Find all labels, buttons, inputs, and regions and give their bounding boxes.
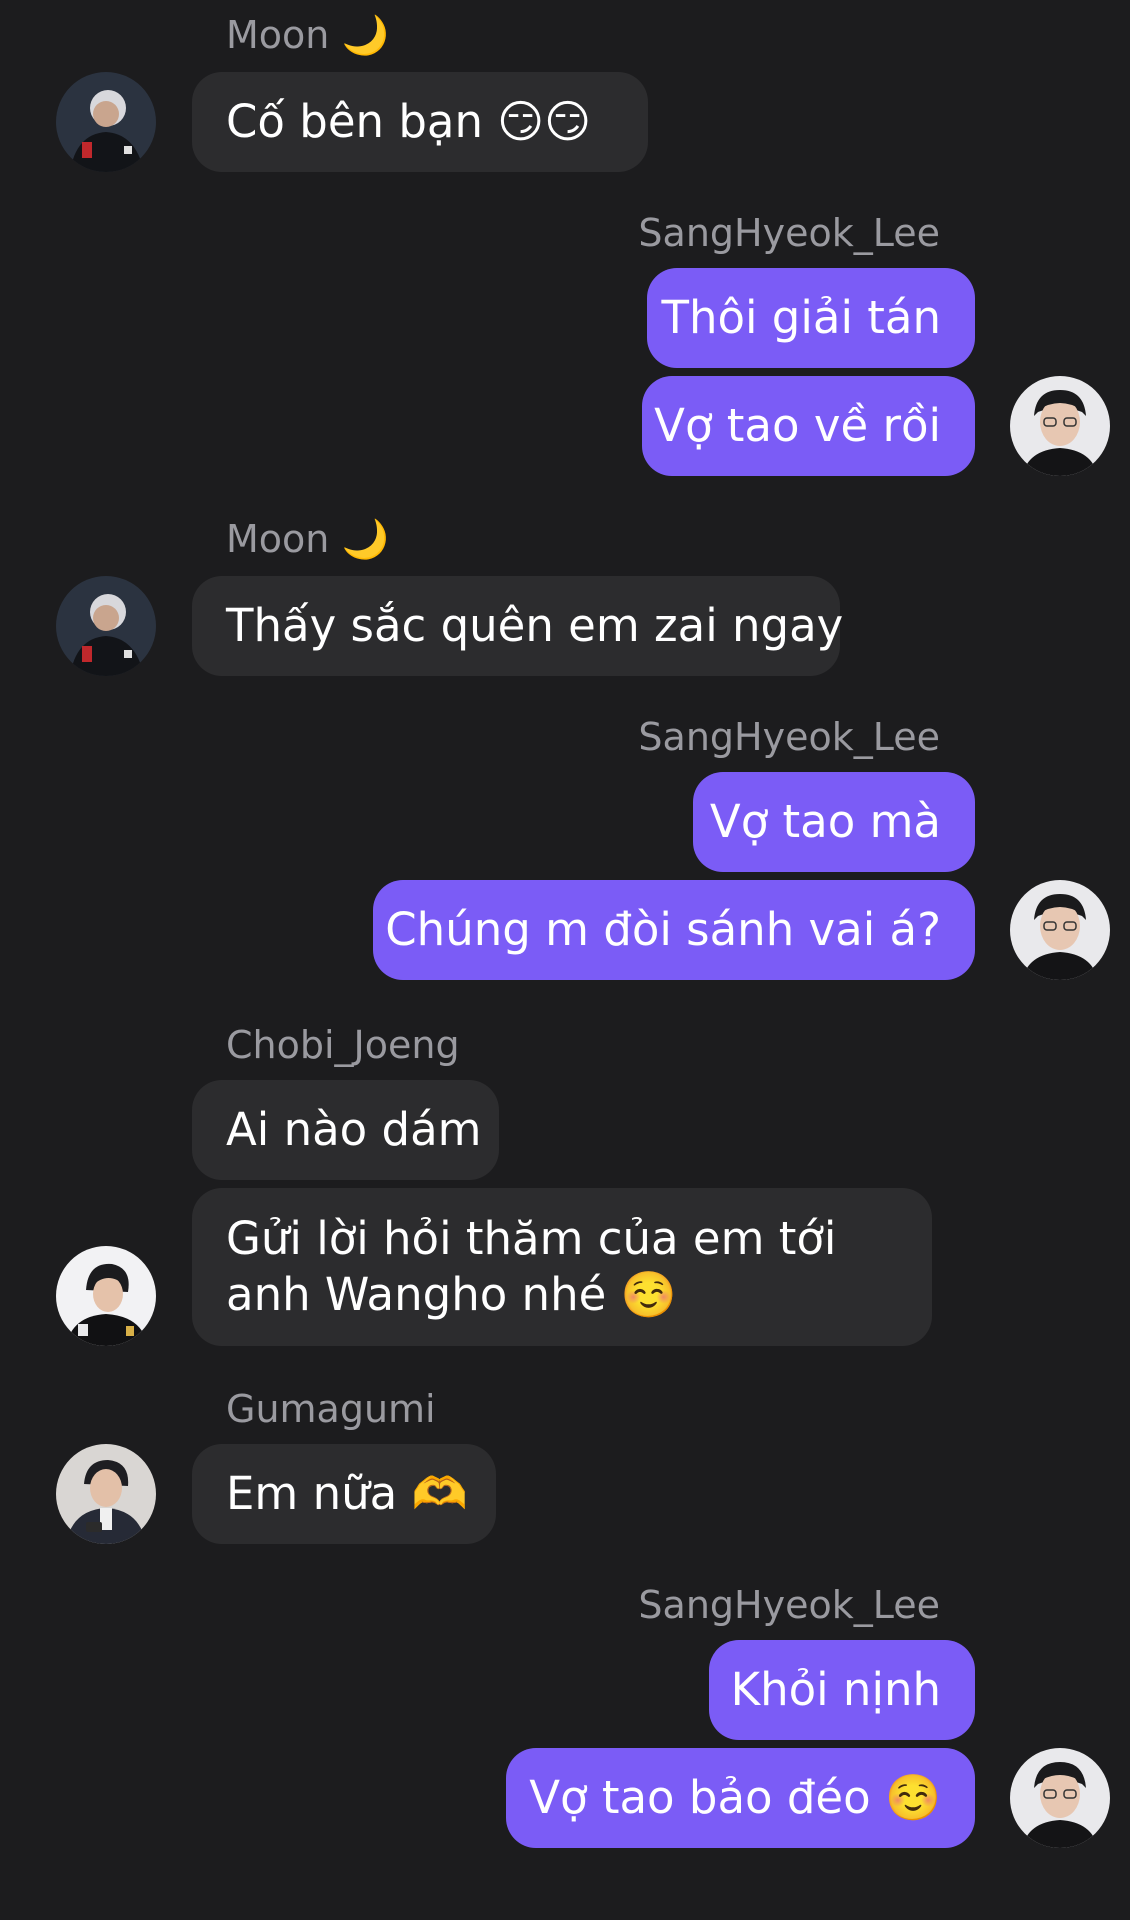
message-text: Ai nào dám xyxy=(226,1103,482,1156)
avatar-chobi[interactable] xyxy=(56,1246,156,1346)
message-bubble-incoming[interactable]: Gửi lời hỏi thăm của em tới anh Wangho n… xyxy=(192,1188,932,1346)
message-text: Gửi lời hỏi thăm của em tới anh Wangho n… xyxy=(226,1212,837,1321)
avatar-sanghyeok[interactable] xyxy=(1010,376,1110,476)
sender-name-moon: Moon 🌙 xyxy=(226,13,389,57)
sender-name-sanghyeok: SangHyeok_Lee xyxy=(638,211,940,255)
avatar-moon[interactable] xyxy=(56,576,156,676)
message-bubble-incoming[interactable]: Cố bên bạn 😏😏 xyxy=(192,72,648,172)
avatar-gumagumi[interactable] xyxy=(56,1444,156,1544)
message-bubble-outgoing[interactable]: Thôi giải tán xyxy=(647,268,975,368)
sender-name-moon: Moon 🌙 xyxy=(226,517,389,561)
message-text: Vợ tao bảo đéo ☺️ xyxy=(529,1771,941,1824)
sender-name-gumagumi: Gumagumi xyxy=(226,1387,436,1431)
message-text: Chúng m đòi sánh vai á? xyxy=(385,903,941,956)
message-text: Vợ tao mà xyxy=(709,795,941,848)
message-text: Khỏi nịnh xyxy=(730,1663,941,1716)
avatar-sanghyeok[interactable] xyxy=(1010,880,1110,980)
message-bubble-incoming[interactable]: Em nữa 🫶 xyxy=(192,1444,496,1544)
message-text: Thấy sắc quên em zai ngay xyxy=(226,599,844,652)
message-text: Vợ tao về rồi xyxy=(654,399,941,452)
message-bubble-outgoing[interactable]: Khỏi nịnh xyxy=(709,1640,975,1740)
message-bubble-incoming[interactable]: Ai nào dám xyxy=(192,1080,499,1180)
sender-name-sanghyeok: SangHyeok_Lee xyxy=(638,1583,940,1627)
message-bubble-outgoing[interactable]: Chúng m đòi sánh vai á? xyxy=(373,880,975,980)
message-text: Em nữa 🫶 xyxy=(226,1467,468,1520)
message-text: Thôi giải tán xyxy=(661,291,941,344)
message-bubble-outgoing[interactable]: Vợ tao mà xyxy=(693,772,975,872)
message-bubble-incoming[interactable]: Thấy sắc quên em zai ngay xyxy=(192,576,844,676)
avatar-moon[interactable] xyxy=(56,72,156,172)
sender-name-sanghyeok: SangHyeok_Lee xyxy=(638,715,940,759)
avatar-sanghyeok[interactable] xyxy=(1010,1748,1110,1848)
message-bubble-outgoing[interactable]: Vợ tao bảo đéo ☺️ xyxy=(506,1748,975,1848)
sender-name-chobi: Chobi_Joeng xyxy=(226,1023,460,1067)
message-text: Cố bên bạn 😏😏 xyxy=(226,95,592,148)
message-bubble-outgoing[interactable]: Vợ tao về rồi xyxy=(642,376,975,476)
